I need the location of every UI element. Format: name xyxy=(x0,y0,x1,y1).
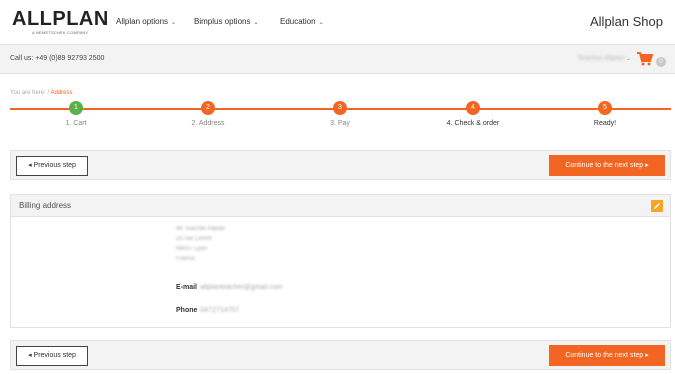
previous-step-button[interactable]: ◂ Previous step xyxy=(16,156,88,176)
address-line: Mr Teacher Allplan xyxy=(176,226,226,232)
nav-bimplus-options[interactable]: Bimplus options ⌄ xyxy=(194,17,259,26)
step-number: 4 xyxy=(466,101,480,115)
email-row: E-mail allplanteacher@gmail.com xyxy=(176,284,283,291)
step-check-order: 4 4. Check & order xyxy=(433,101,513,127)
step-number: 2 xyxy=(201,101,215,115)
chevron-down-icon: ⌄ xyxy=(318,20,324,26)
nav-label: Education xyxy=(280,17,316,26)
address-line: 20 rue Lorem xyxy=(176,236,212,242)
email-label: E-mail xyxy=(176,284,198,291)
phone-row: Phone 0472714757 xyxy=(176,307,239,314)
step-label: 3. Pay xyxy=(330,120,350,127)
step-number: 1 xyxy=(69,101,83,115)
step-number: 3 xyxy=(333,101,347,115)
shop-title: Allplan Shop xyxy=(590,14,663,29)
breadcrumb-prefix: You are here: xyxy=(10,90,46,96)
cart-icon[interactable] xyxy=(637,52,653,66)
step-label: Ready! xyxy=(593,120,617,127)
step-cart[interactable]: 1 1. Cart xyxy=(36,101,116,127)
logo-text: ALLPLAN xyxy=(12,8,109,30)
nav-label: Bimplus options xyxy=(194,17,251,26)
phone-label: Phone xyxy=(176,307,198,314)
panel-title: Billing address xyxy=(19,201,72,210)
step-ready: 5 Ready! xyxy=(565,101,645,127)
breadcrumb-current: Address xyxy=(50,90,73,96)
step-address: 2 2. Address xyxy=(168,101,248,127)
logo-tagline: A NEMETSCHEK COMPANY xyxy=(32,30,89,35)
nav-allplan-options[interactable]: Allplan options ⌄ xyxy=(116,17,176,26)
site-header: ALLPLAN A NEMETSCHEK COMPANY Allplan opt… xyxy=(0,0,675,44)
nav-label: Allplan options xyxy=(116,17,169,26)
chevron-down-icon: ⌄ xyxy=(171,20,177,26)
step-nav-bottom: ◂ Previous step Continue to the next ste… xyxy=(10,340,671,370)
previous-step-button[interactable]: ◂ Previous step xyxy=(16,346,88,366)
next-step-button[interactable]: Continue to the next step ▸ xyxy=(549,155,665,176)
call-bar: Call us: +49 (0)89 92793 2500 Teacher Al… xyxy=(0,44,675,74)
step-nav-top: ◂ Previous step Continue to the next ste… xyxy=(10,150,671,180)
panel-header: Billing address xyxy=(11,195,670,217)
step-number: 5 xyxy=(598,101,612,115)
step-label: 4. Check & order xyxy=(446,120,500,127)
step-label: 2. Address xyxy=(191,120,225,127)
edit-pencil-icon[interactable] xyxy=(651,200,663,212)
address-line: 69007 Lyon xyxy=(176,246,208,252)
email-value: allplanteacher@gmail.com xyxy=(200,284,283,291)
billing-address-panel: Billing address Mr Teacher Allplan 20 ru… xyxy=(10,194,671,328)
cart-count-badge[interactable]: 0 xyxy=(656,57,666,67)
breadcrumb-separator: / xyxy=(47,90,50,96)
phone-value: 0472714757 xyxy=(200,307,240,314)
step-pay: 3 3. Pay xyxy=(300,101,380,127)
nav-education[interactable]: Education ⌄ xyxy=(280,17,324,26)
next-step-button[interactable]: Continue to the next step ▸ xyxy=(549,345,665,366)
chevron-down-icon[interactable]: ⌄ xyxy=(626,55,631,62)
user-menu[interactable]: Teacher Allplan xyxy=(578,55,625,62)
allplan-logo[interactable]: ALLPLAN A NEMETSCHEK COMPANY xyxy=(12,8,109,37)
breadcrumb: You are here: / Address xyxy=(10,90,73,96)
chevron-down-icon: ⌄ xyxy=(253,20,259,26)
step-label: 1. Cart xyxy=(65,120,87,127)
call-us-text: Call us: +49 (0)89 92793 2500 xyxy=(10,55,105,62)
address-line: France xyxy=(176,256,195,262)
